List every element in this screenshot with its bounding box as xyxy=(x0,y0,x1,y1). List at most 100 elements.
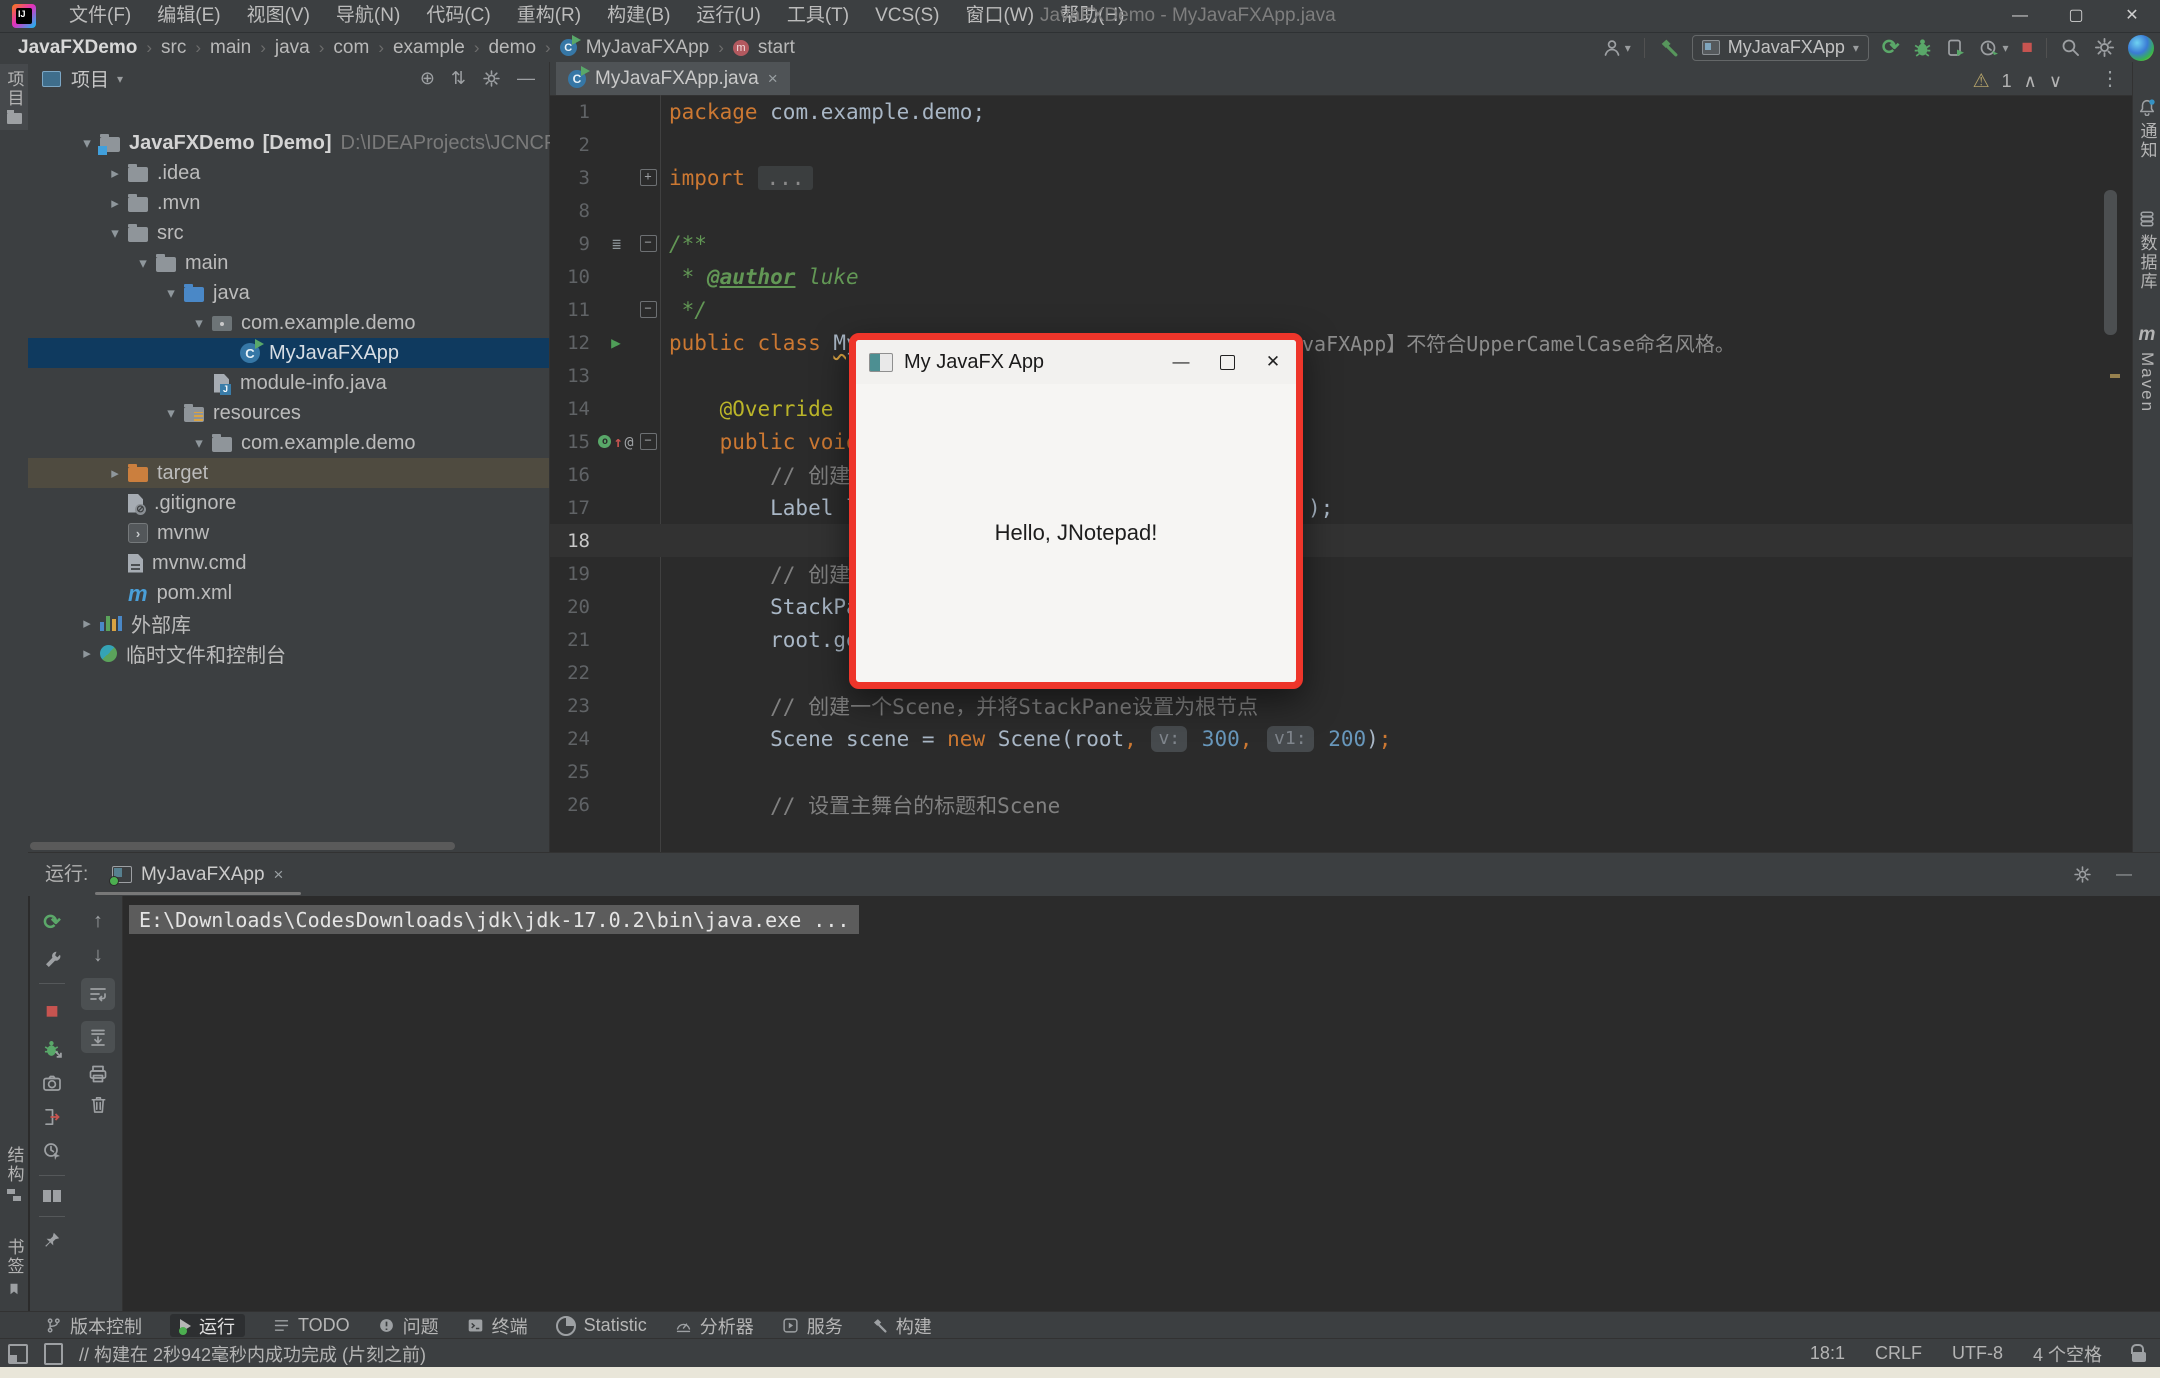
chevron-right-icon[interactable]: ▸ xyxy=(102,464,128,482)
breadcrumb-src[interactable]: src xyxy=(161,37,186,59)
tree-item-target[interactable]: ▸ target xyxy=(28,458,549,488)
locate-file-button[interactable]: ⊕ xyxy=(420,68,435,89)
menu-window[interactable]: 窗口(W) xyxy=(952,0,1047,32)
pin-icon[interactable] xyxy=(43,1231,61,1249)
search-everywhere-button[interactable] xyxy=(2060,37,2081,58)
gradient-sphere-icon[interactable] xyxy=(2128,35,2154,61)
menu-file[interactable]: 文件(F) xyxy=(56,0,144,32)
code-line[interactable]: 24 Scene scene = new Scene(root, v: 300,… xyxy=(550,722,2132,755)
code-line[interactable]: 20 StackPa xyxy=(550,590,2132,623)
editor-tab-myjavafxapp[interactable]: C MyJavaFXApp.java × xyxy=(556,62,790,95)
toolbar-tab-terminal[interactable]: 终端 xyxy=(467,1314,528,1337)
menu-navigate[interactable]: 导航(N) xyxy=(323,0,413,32)
breadcrumb-class[interactable]: MyJavaFXApp xyxy=(586,37,710,59)
menu-tools[interactable]: 工具(T) xyxy=(774,0,862,32)
toolbar-tab-statistic[interactable]: Statistic xyxy=(556,1314,647,1337)
breadcrumb-method[interactable]: start xyxy=(758,37,795,59)
menu-view[interactable]: 视图(V) xyxy=(234,0,323,32)
run-class-gutter-icon[interactable]: ▶ xyxy=(611,333,621,352)
toolbar-tab-run[interactable]: 运行 xyxy=(170,1314,245,1337)
dump-threads-icon[interactable] xyxy=(42,1141,62,1161)
line-ending-indicator[interactable]: CRLF xyxy=(1875,1343,1922,1364)
layout-settings-icon[interactable] xyxy=(43,1190,61,1202)
stripe-tab-structure[interactable]: 结构 xyxy=(0,1140,28,1207)
fold-expand-icon[interactable]: + xyxy=(640,169,657,186)
code-line[interactable]: 26 // 设置主舞台的标题和Scene xyxy=(550,788,2132,821)
code-line[interactable]: 15 o↑@ − public void xyxy=(550,425,2132,458)
javafx-app-window[interactable]: My JavaFX App — ✕ Hello, JNotepad! xyxy=(849,333,1303,689)
code-line[interactable]: 16 // 创建 xyxy=(550,458,2132,491)
hide-panel-button[interactable]: — xyxy=(517,68,535,89)
code-line[interactable]: 17 Label l ); xyxy=(550,491,2132,524)
tree-item-module-info[interactable]: J module-info.java xyxy=(28,368,549,398)
wrench-icon[interactable] xyxy=(42,949,62,969)
navigate-up-icon[interactable]: ↑ xyxy=(613,433,622,451)
horizontal-scrollbar[interactable] xyxy=(30,842,455,850)
toolbar-tab-todo[interactable]: TODO xyxy=(273,1314,350,1337)
code-line[interactable]: 19 // 创建 xyxy=(550,557,2132,590)
chevron-right-icon[interactable]: ▸ xyxy=(74,614,100,632)
chevron-down-icon[interactable]: ▾ xyxy=(102,224,128,242)
menu-edit[interactable]: 编辑(E) xyxy=(144,0,233,32)
trash-icon[interactable] xyxy=(89,1095,108,1114)
gear-icon[interactable] xyxy=(482,69,501,88)
toolbar-tab-version-control[interactable]: 版本控制 xyxy=(45,1314,142,1337)
chevron-down-icon[interactable]: ▾ xyxy=(117,72,123,86)
chevron-down-icon[interactable]: ▾ xyxy=(186,314,212,332)
rerun-button[interactable]: ⟳ xyxy=(43,910,61,935)
prev-occurrence-icon[interactable]: ↑ xyxy=(93,910,103,933)
code-line[interactable]: 2 xyxy=(550,128,2132,161)
tree-item-resources-package[interactable]: ▾ com.example.demo xyxy=(28,428,549,458)
stripe-tab-database[interactable]: 数据库 xyxy=(2133,210,2160,291)
run-console-tab[interactable]: MyJavaFXApp × xyxy=(98,853,297,896)
run-button[interactable]: ⟳ xyxy=(1882,35,1900,60)
print-icon[interactable] xyxy=(88,1064,108,1084)
close-tab-icon[interactable]: × xyxy=(768,69,778,89)
chevron-down-icon[interactable]: ▾ xyxy=(158,404,184,422)
tree-item-mvn[interactable]: ▸ .mvn xyxy=(28,188,549,218)
chevron-down-icon[interactable]: ▾ xyxy=(186,434,212,452)
breadcrumb-java[interactable]: java xyxy=(275,37,310,59)
folded-imports[interactable]: ... xyxy=(758,166,814,190)
stripe-tab-bookmarks[interactable]: 书签 xyxy=(0,1232,28,1303)
settings-button[interactable] xyxy=(2094,37,2115,58)
breadcrumb-example[interactable]: example xyxy=(393,37,465,59)
tree-item-main[interactable]: ▾ main xyxy=(28,248,549,278)
caret-position[interactable]: 18:1 xyxy=(1810,1343,1845,1364)
code-line[interactable]: 21 root.ge xyxy=(550,623,2132,656)
dialog-maximize-button[interactable] xyxy=(1204,340,1250,384)
dialog-close-button[interactable]: ✕ xyxy=(1250,340,1296,384)
tree-item-gitignore[interactable]: ⊘ .gitignore xyxy=(28,488,549,518)
code-line[interactable]: 23 // 创建一个Scene，并将StackPane设置为根节点 xyxy=(550,689,2132,722)
stripe-tab-maven[interactable]: m Maven xyxy=(2133,324,2160,413)
tree-item-myjavafxapp[interactable]: C MyJavaFXApp xyxy=(28,338,549,368)
toolbar-tab-profiler[interactable]: 分析器 xyxy=(675,1314,754,1337)
expand-collapse-button[interactable]: ⇅ xyxy=(451,68,466,89)
menu-code[interactable]: 代码(C) xyxy=(413,0,503,32)
tree-item-src[interactable]: ▾ src xyxy=(28,218,549,248)
tree-item-java[interactable]: ▾ java xyxy=(28,278,549,308)
attach-debugger-icon[interactable] xyxy=(42,1038,63,1059)
code-line[interactable]: 12 ▶ public class My vaFXApp】不符合UpperCam… xyxy=(550,326,2132,359)
window-minimize-button[interactable]: — xyxy=(1992,0,2048,32)
tree-item-scratches[interactable]: ▸ 临时文件和控制台 xyxy=(28,638,549,668)
breadcrumb-main[interactable]: main xyxy=(210,37,251,59)
tool-window-switcher-icon[interactable] xyxy=(8,1344,28,1364)
dialog-title-bar[interactable]: My JavaFX App — ✕ xyxy=(856,340,1296,384)
breadcrumb-demo[interactable]: demo xyxy=(488,37,536,59)
stop-button[interactable]: ■ xyxy=(2022,37,2033,59)
fold-end-icon[interactable]: − xyxy=(640,301,657,318)
tree-item-external-libraries[interactable]: ▸ 外部库 xyxy=(28,608,549,638)
editor-scrollbar[interactable] xyxy=(2104,190,2117,335)
breadcrumb-project[interactable]: JavaFXDemo xyxy=(18,37,137,59)
fold-collapse-icon[interactable]: − xyxy=(640,433,657,450)
prev-problem-icon[interactable]: ∧ xyxy=(2024,71,2037,92)
chevron-right-icon[interactable]: ▸ xyxy=(102,194,128,212)
soft-wrap-toggle[interactable] xyxy=(81,978,115,1010)
toolbar-tab-services[interactable]: 服务 xyxy=(782,1314,843,1337)
stripe-tab-project[interactable]: 项目 xyxy=(0,64,28,130)
dialog-minimize-button[interactable]: — xyxy=(1158,340,1204,384)
profiler-button[interactable]: ▾ xyxy=(1979,38,2008,58)
inspections-widget[interactable]: ⚠ 1 ∧ ∨ xyxy=(1973,70,2062,93)
toolbar-tab-build[interactable]: 构建 xyxy=(871,1314,932,1337)
